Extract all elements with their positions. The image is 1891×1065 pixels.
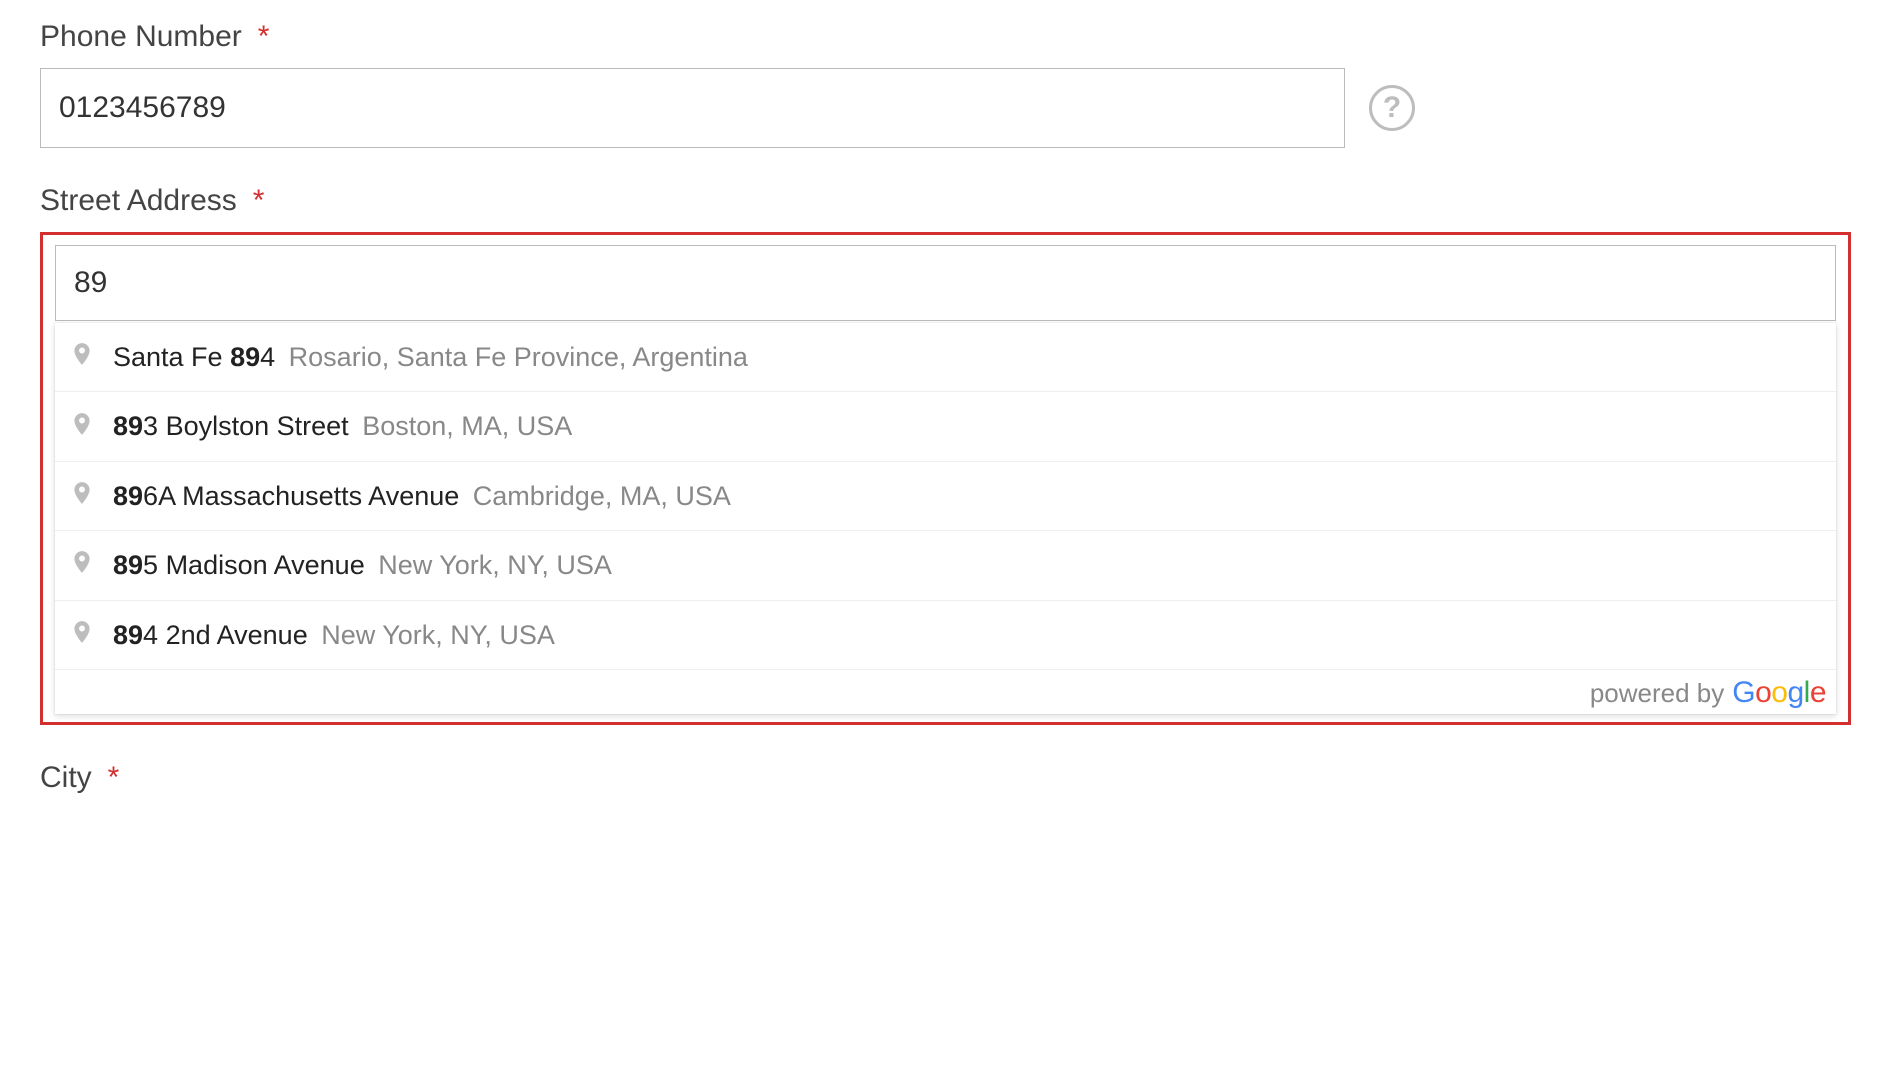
suggestion-item[interactable]: 896A Massachusetts Avenue Cambridge, MA,…	[55, 462, 1836, 531]
phone-label-row: Phone Number *	[40, 20, 1851, 54]
street-address-group: Street Address * Santa Fe 894 Rosario, S…	[40, 184, 1851, 725]
required-asterisk: *	[253, 184, 265, 218]
suggestion-text: Santa Fe 894 Rosario, Santa Fe Province,…	[113, 341, 748, 373]
street-label: Street Address	[40, 184, 237, 218]
city-group: City *	[40, 761, 1851, 795]
suggestion-text: 895 Madison Avenue New York, NY, USA	[113, 549, 612, 581]
map-pin-icon	[69, 480, 95, 512]
street-highlight-box: Santa Fe 894 Rosario, Santa Fe Province,…	[40, 232, 1851, 725]
map-pin-icon	[69, 549, 95, 581]
required-asterisk: *	[258, 20, 270, 54]
map-pin-icon	[69, 411, 95, 443]
city-label-row: City *	[40, 761, 1851, 795]
powered-by-row: powered by Google	[55, 670, 1836, 714]
suggestion-item[interactable]: Santa Fe 894 Rosario, Santa Fe Province,…	[55, 323, 1836, 392]
suggestion-text: 894 2nd Avenue New York, NY, USA	[113, 619, 555, 651]
map-pin-icon	[69, 619, 95, 651]
autocomplete-dropdown: Santa Fe 894 Rosario, Santa Fe Province,…	[55, 323, 1836, 714]
city-label: City	[40, 761, 92, 795]
phone-label: Phone Number	[40, 20, 242, 54]
suggestion-text: 896A Massachusetts Avenue Cambridge, MA,…	[113, 480, 731, 512]
phone-number-group: Phone Number * ?	[40, 20, 1851, 148]
required-asterisk: *	[108, 761, 120, 795]
suggestion-item[interactable]: 895 Madison Avenue New York, NY, USA	[55, 531, 1836, 600]
powered-by-label: powered by	[1590, 678, 1724, 709]
phone-input-row: ?	[40, 68, 1851, 148]
street-input[interactable]	[55, 245, 1836, 321]
map-pin-icon	[69, 341, 95, 373]
google-logo: Google	[1732, 676, 1826, 710]
help-icon[interactable]: ?	[1369, 85, 1415, 131]
help-glyph: ?	[1383, 91, 1401, 125]
suggestion-text: 893 Boylston Street Boston, MA, USA	[113, 410, 572, 442]
suggestion-item[interactable]: 894 2nd Avenue New York, NY, USA	[55, 601, 1836, 670]
street-label-row: Street Address *	[40, 184, 1851, 218]
suggestion-item[interactable]: 893 Boylston Street Boston, MA, USA	[55, 392, 1836, 461]
phone-input[interactable]	[40, 68, 1345, 148]
